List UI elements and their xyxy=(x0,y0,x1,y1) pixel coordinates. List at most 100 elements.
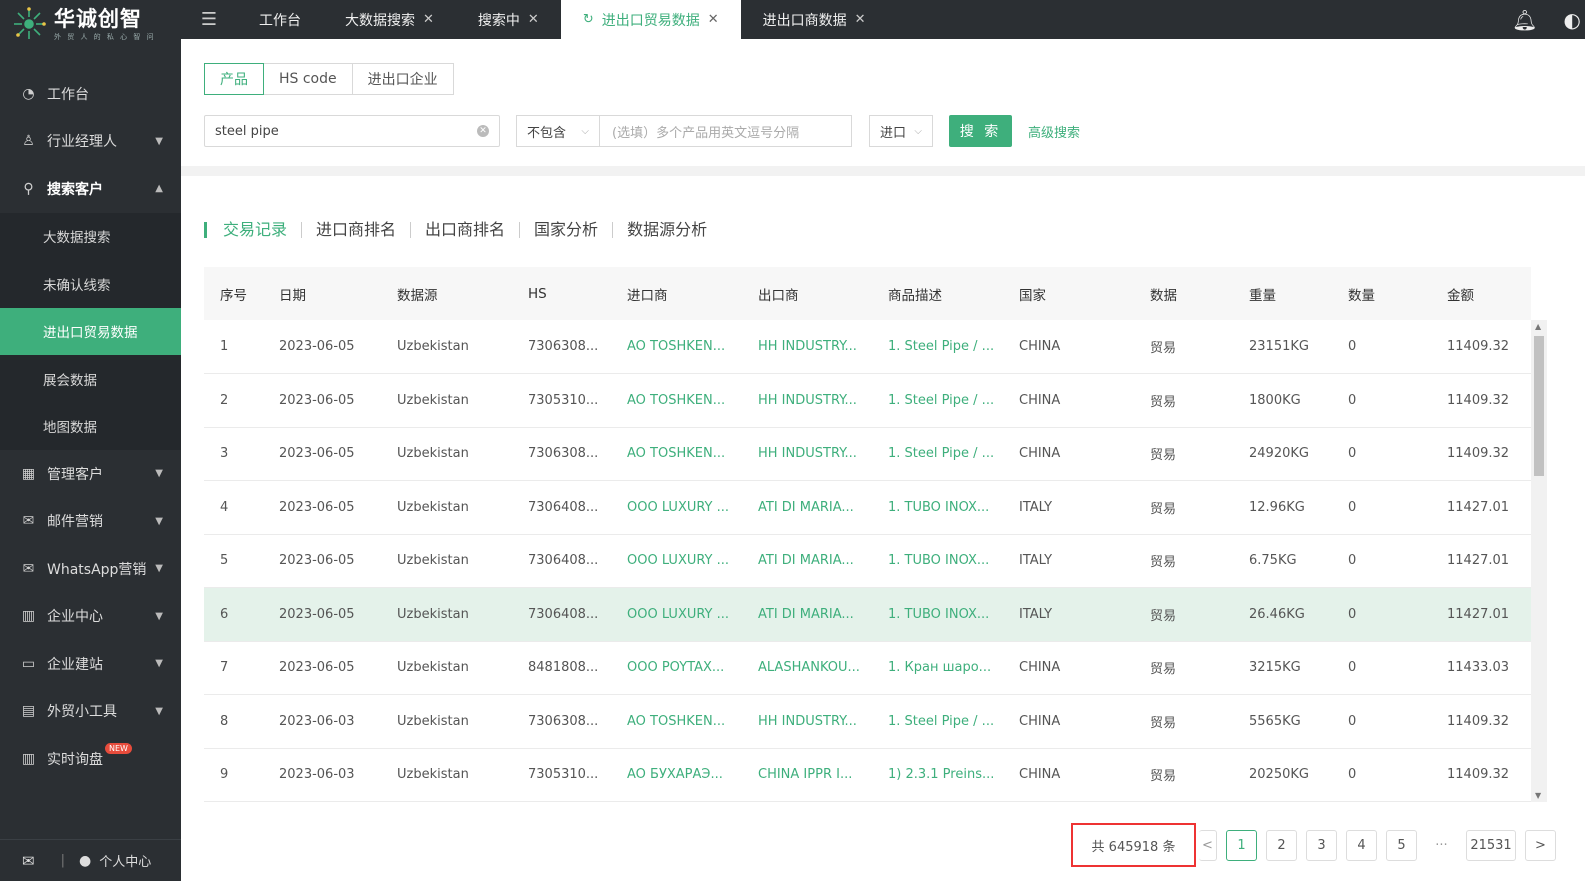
close-icon[interactable]: ✕ xyxy=(528,12,539,27)
last-page-button[interactable]: 21531 xyxy=(1466,829,1516,861)
next-page-button[interactable]: > xyxy=(1525,829,1556,861)
sidebar-item-label: 行业经理人 xyxy=(47,134,117,151)
sidebar-subitem-unconfirmed-leads[interactable]: 未确认线索 xyxy=(0,260,181,308)
sidebar-subitem-bigdata-search[interactable]: 大数据搜索 xyxy=(0,212,181,260)
table-cell[interactable]: 1. Кран шаро... xyxy=(872,641,1003,695)
bell-icon[interactable]: 🔔︎ xyxy=(1512,8,1537,32)
sidebar-subitem-map-data[interactable]: 地图数据 xyxy=(0,402,181,450)
table-cell: 11427.01 xyxy=(1447,606,1510,622)
page-button[interactable]: 1 xyxy=(1226,829,1257,861)
tab-searching[interactable]: 搜索中 ✕ xyxy=(456,0,561,39)
sidebar-subitem-exhibition-data[interactable]: 展会数据 xyxy=(0,355,181,403)
table-cell[interactable]: 1. Steel Pipe / ... xyxy=(872,320,1003,374)
exclude-input[interactable]: (选填）多个产品用英文逗号分隔 xyxy=(600,115,852,147)
table-row[interactable]: 8 2023-06-03 Uzbekistan 7306308... AO TOSHKE… xyxy=(204,695,1531,749)
tab-trade-data[interactable]: ↻ 进出口贸易数据 ✕ xyxy=(560,0,741,39)
tab-bigdata-search[interactable]: 大数据搜索 ✕ xyxy=(323,0,456,39)
sidebar-item-live-inquiry[interactable]: ▥ 实时询盘 NEW xyxy=(0,735,181,783)
sidebar-item-manage-customers[interactable]: ▦ 管理客户 ▼ xyxy=(0,450,181,498)
refresh-icon[interactable]: ↻ xyxy=(583,12,594,27)
table-cell[interactable]: HH INDUSTRY... xyxy=(742,320,872,374)
table-cell[interactable]: OOO LUXURY ... xyxy=(611,588,742,642)
table-row[interactable]: 9 2023-06-03 Uzbekistan 7305310... AO БУХАРА… xyxy=(204,748,1531,802)
table-row[interactable]: 3 2023-06-05 Uzbekistan 7306308... AO TOSHKE… xyxy=(204,427,1531,481)
sidebar-subitem-trade-data[interactable]: 进出口贸易数据 xyxy=(0,307,181,355)
keyword-input[interactable]: steel pipe ✕ xyxy=(204,115,500,147)
subtab-source-analysis[interactable]: 数据源分析 xyxy=(612,222,721,238)
table-cell[interactable]: OOO LUXURY ... xyxy=(611,481,742,535)
close-icon[interactable]: ✕ xyxy=(708,12,719,27)
segment-enterprise[interactable]: 进出口企业 xyxy=(351,63,454,95)
close-icon[interactable]: ✕ xyxy=(423,12,434,27)
chevron-down-icon: ⌵ xyxy=(581,125,589,137)
sidebar-item-enterprise-center[interactable]: ▥ 企业中心 ▼ xyxy=(0,593,181,641)
segment-product[interactable]: 产品 xyxy=(204,63,264,95)
table-row[interactable]: 2 2023-06-05 Uzbekistan 7305310... AO TOSHKE… xyxy=(204,374,1531,428)
table-cell[interactable]: OOO LUXURY ... xyxy=(611,534,742,588)
tab-dashboard[interactable]: 工作台 xyxy=(237,0,323,39)
table-cell[interactable]: ALASHANKOU... xyxy=(742,641,872,695)
table-cell[interactable]: HH INDUSTRY... xyxy=(742,695,872,749)
page-button[interactable]: 5 xyxy=(1386,829,1417,861)
table-row[interactable]: 4 2023-06-05 Uzbekistan 7306408... OOO LUXUR… xyxy=(204,481,1531,535)
table-cell[interactable]: 1. TUBO INOX... xyxy=(872,588,1003,642)
search-button[interactable]: 搜 索 xyxy=(949,115,1012,147)
sidebar-item-email-marketing[interactable]: ✉ 邮件营销 ▼ xyxy=(0,498,181,546)
table-cell[interactable]: ATI DI MARIA... xyxy=(742,534,872,588)
page-button[interactable]: 2 xyxy=(1266,829,1297,861)
table-cell[interactable]: 1. Steel Pipe / ... xyxy=(872,374,1003,428)
table-cell[interactable]: AO TOSHKEN... xyxy=(611,374,742,428)
personal-center-link[interactable]: 个人中心 xyxy=(99,851,151,870)
menu-toggle-icon[interactable]: ☰ xyxy=(181,0,237,39)
subtab-importer-ranking[interactable]: 进口商排名 xyxy=(301,222,410,238)
table-cell[interactable]: 1. TUBO INOX... xyxy=(872,481,1003,535)
table-cell[interactable]: OOO POYTAX... xyxy=(611,641,742,695)
support-icon[interactable]: ◐ xyxy=(1564,8,1581,32)
subtab-country-analysis[interactable]: 国家分析 xyxy=(519,222,612,238)
prev-page-button[interactable]: < xyxy=(1199,829,1217,861)
scrollbar-thumb[interactable] xyxy=(1534,336,1544,476)
clear-icon[interactable]: ✕ xyxy=(477,125,489,137)
envelope-icon[interactable]: ✉ xyxy=(22,852,35,870)
table-cell[interactable]: 1. Steel Pipe / ... xyxy=(872,695,1003,749)
scroll-up-icon[interactable]: ▲ xyxy=(1535,322,1541,331)
table-scrollbar[interactable]: ▲ ▼ xyxy=(1531,320,1547,802)
table-cell[interactable]: 1. TUBO INOX... xyxy=(872,534,1003,588)
sidebar-item-search-customers[interactable]: ⚲ 搜索客户 ▲ xyxy=(0,165,181,213)
table-cell[interactable]: 1) 2.3.1 Preins... xyxy=(872,748,1003,802)
page-button[interactable]: 3 xyxy=(1306,829,1337,861)
table-row[interactable]: 7 2023-06-05 Uzbekistan 8481808... OOO POYTA… xyxy=(204,641,1531,695)
sidebar-item-dashboard[interactable]: ◔ 工作台 xyxy=(0,70,181,118)
table-cell: 7306308... xyxy=(528,446,599,462)
exclude-mode-select[interactable]: 不包含 ⌵ xyxy=(516,115,600,147)
scroll-down-icon[interactable]: ▼ xyxy=(1535,791,1541,800)
brand-logo[interactable]: 华诚创智 外 贸 人 的 私 心 智 问 xyxy=(0,0,181,48)
table-cell[interactable]: AO БУХАРАЭ... xyxy=(611,748,742,802)
direction-select[interactable]: 进口 ⌵ xyxy=(869,115,933,147)
table-cell[interactable]: HH INDUSTRY... xyxy=(742,374,872,428)
advanced-search-link[interactable]: 高级搜索 xyxy=(1028,122,1080,141)
table-cell[interactable]: HH INDUSTRY... xyxy=(742,427,872,481)
table-cell[interactable]: AO TOSHKEN... xyxy=(611,320,742,374)
table-cell[interactable]: ATI DI MARIA... xyxy=(742,481,872,535)
segment-hs-code[interactable]: HS code xyxy=(263,63,353,95)
table-row[interactable]: 5 2023-06-05 Uzbekistan 7306408... OOO LUXUR… xyxy=(204,534,1531,588)
subtab-transactions[interactable]: 交易记录 xyxy=(204,222,301,238)
sidebar-item-industry-manager[interactable]: ♙ 行业经理人 ▼ xyxy=(0,118,181,166)
table-cell[interactable]: ATI DI MARIA... xyxy=(742,588,872,642)
table-cell[interactable]: AO TOSHKEN... xyxy=(611,695,742,749)
table-cell[interactable]: AO TOSHKEN... xyxy=(611,427,742,481)
table-row[interactable]: 6 2023-06-05 Uzbekistan 7306408... OOO LUXUR… xyxy=(204,587,1531,642)
avatar-icon[interactable]: ● xyxy=(79,853,91,869)
sidebar-item-website-builder[interactable]: ▭ 企业建站 ▼ xyxy=(0,640,181,688)
table-cell[interactable]: CHINA IPPR I... xyxy=(742,748,872,802)
sidebar-item-whatsapp-marketing[interactable]: ✉ WhatsApp营销 ▼ xyxy=(0,545,181,593)
page-button[interactable]: 4 xyxy=(1346,829,1377,861)
page-ellipsis[interactable]: ··· xyxy=(1426,829,1457,861)
table-cell[interactable]: 1. Steel Pipe / ... xyxy=(872,427,1003,481)
subtab-exporter-ranking[interactable]: 出口商排名 xyxy=(410,222,519,238)
close-icon[interactable]: ✕ xyxy=(855,12,866,27)
sidebar-item-trade-tools[interactable]: ▤ 外贸小工具 ▼ xyxy=(0,688,181,736)
tab-trader-data[interactable]: 进出口商数据 ✕ xyxy=(741,0,888,39)
table-row[interactable]: 1 2023-06-05 Uzbekistan 7306308... AO TOSHKE… xyxy=(204,320,1531,374)
